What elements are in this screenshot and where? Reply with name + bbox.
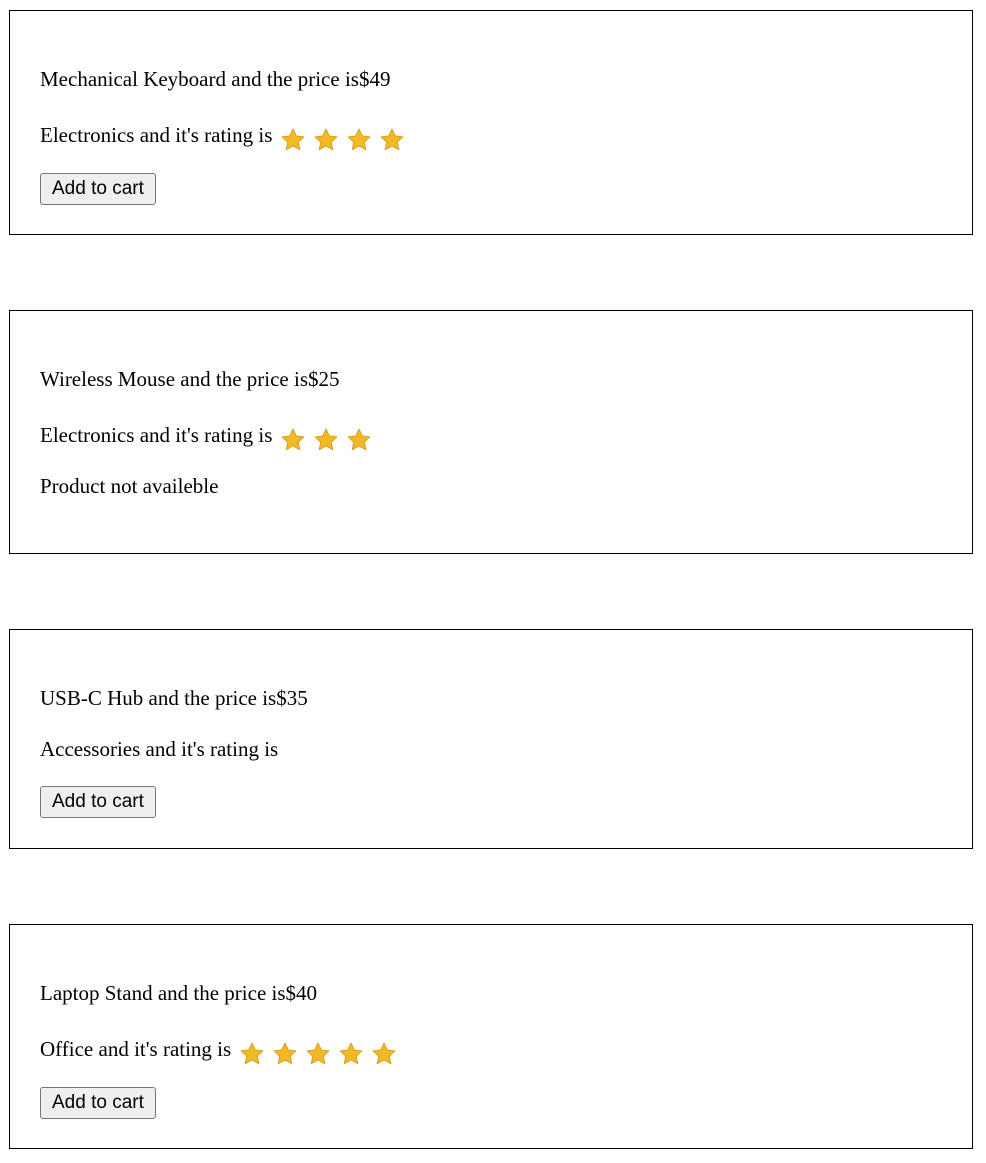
product-rating-row: Electronics and it's rating is: [40, 123, 412, 153]
product-rating-row: Office and it's rating is: [40, 1037, 404, 1067]
product-title: USB-C Hub and the price is$35: [40, 686, 308, 710]
star-icon: [379, 127, 405, 153]
star-icon: [280, 127, 306, 153]
add-to-cart-button[interactable]: Add to cart: [40, 1087, 156, 1119]
product-category-rating-label: Electronics and it's rating is: [40, 423, 273, 447]
star-icon: [313, 427, 339, 453]
rating-stars: [280, 426, 379, 453]
product-title: Laptop Stand and the price is$40: [40, 981, 318, 1005]
star-icon: [338, 1041, 364, 1067]
star-icon: [313, 127, 339, 153]
product-rating-row: Electronics and it's rating is: [40, 423, 379, 453]
product-category-rating-label: Accessories and it's rating is: [40, 737, 279, 761]
star-icon: [239, 1041, 265, 1067]
star-icon: [272, 1041, 298, 1067]
product-card: Wireless Mouse and the price is$25 Elect…: [9, 310, 973, 554]
product-card: Laptop Stand and the price is$40 Office …: [9, 924, 973, 1149]
product-title: Mechanical Keyboard and the price is$49: [40, 67, 391, 91]
product-card: Mechanical Keyboard and the price is$49 …: [9, 10, 973, 235]
product-category-rating-label: Electronics and it's rating is: [40, 123, 273, 147]
star-icon: [305, 1041, 331, 1067]
product-rating-row: Accessories and it's rating is: [40, 737, 286, 761]
product-unavailable-text: Product not availeble: [40, 474, 219, 498]
add-to-cart-button[interactable]: Add to cart: [40, 173, 156, 205]
product-title: Wireless Mouse and the price is$25: [40, 367, 340, 391]
product-category-rating-label: Office and it's rating is: [40, 1037, 232, 1061]
star-icon: [346, 427, 372, 453]
product-card: USB-C Hub and the price is$35 Accessorie…: [9, 629, 973, 849]
star-icon: [280, 427, 306, 453]
star-icon: [371, 1041, 397, 1067]
rating-stars: [239, 1040, 404, 1067]
rating-stars: [280, 126, 412, 153]
star-icon: [346, 127, 372, 153]
add-to-cart-button[interactable]: Add to cart: [40, 786, 156, 818]
